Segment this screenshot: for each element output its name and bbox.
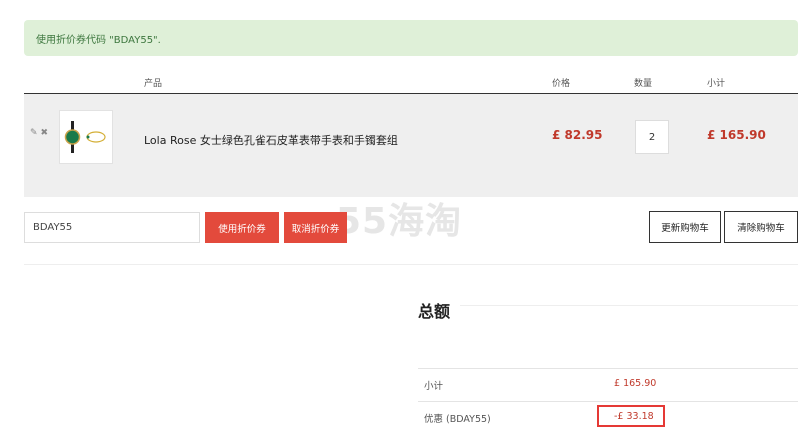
clear-cart-button[interactable]: 清除购物车 bbox=[724, 211, 798, 243]
coupon-code-input[interactable]: BDAY55 bbox=[24, 212, 200, 243]
quantity-input[interactable]: 2 bbox=[635, 120, 669, 154]
notice-text: 使用折价券代码 "BDAY55". bbox=[36, 34, 161, 46]
product-thumbnail[interactable] bbox=[59, 110, 113, 164]
update-cart-button[interactable]: 更新购物车 bbox=[649, 211, 721, 243]
header-subtotal: 小计 bbox=[707, 79, 726, 89]
line-subtotal: £ 165.90 bbox=[707, 128, 766, 142]
totals-row-divider bbox=[418, 368, 798, 369]
product-name[interactable]: Lola Rose 女士绿色孔雀石皮革表带手表和手镯套组 bbox=[144, 132, 398, 148]
totals-subtotal-label: 小计 bbox=[424, 381, 444, 392]
header-product: 产品 bbox=[144, 79, 163, 89]
totals-title: 总额 bbox=[418, 302, 451, 321]
unit-price: £ 82.95 bbox=[552, 128, 603, 142]
totals-discount-label: 优惠 (BDAY55) bbox=[424, 414, 491, 425]
remove-icon[interactable]: ✖ bbox=[41, 128, 49, 138]
section-divider bbox=[24, 264, 798, 265]
watch-bracelet-icon bbox=[64, 121, 106, 153]
coupon-applied-notice: 使用折价券代码 "BDAY55". bbox=[24, 20, 798, 56]
cart-table-header: 产品 价格 数量 小计 bbox=[24, 70, 798, 94]
row-actions: ✎ ✖ bbox=[30, 128, 48, 138]
totals-subtotal-value: £ 165.90 bbox=[614, 378, 657, 389]
header-price: 价格 bbox=[552, 79, 571, 89]
totals-row-divider bbox=[418, 401, 798, 402]
totals-title-rule bbox=[460, 305, 798, 306]
header-quantity: 数量 bbox=[634, 79, 653, 89]
apply-coupon-button[interactable]: 使用折价券 bbox=[205, 212, 279, 243]
edit-icon[interactable]: ✎ bbox=[30, 128, 38, 138]
remove-coupon-button[interactable]: 取消折价券 bbox=[284, 212, 347, 243]
discount-highlight-box bbox=[597, 405, 665, 427]
watermark-logo: 55海淘 bbox=[336, 201, 463, 242]
coupon-code-value: BDAY55 bbox=[33, 222, 73, 233]
table-row: ✎ ✖ Lola Rose 女士绿色孔雀石皮革表带手表和手镯套组 £ 82.95… bbox=[24, 94, 798, 197]
